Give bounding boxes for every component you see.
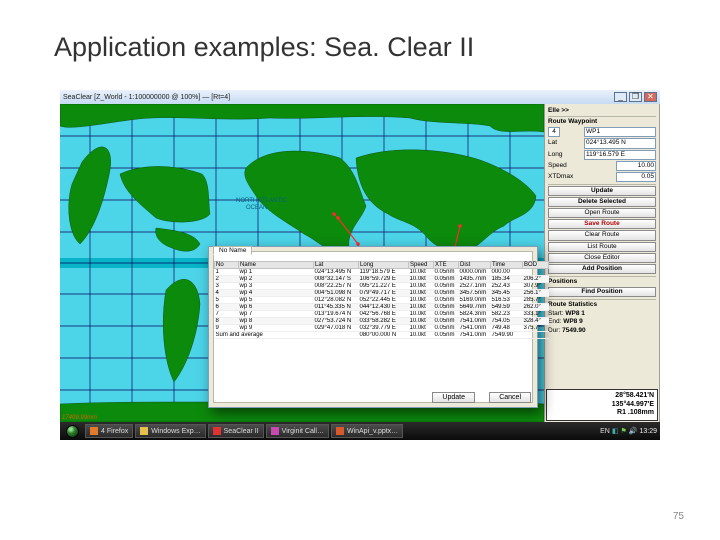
panel-button-0[interactable]: Update [548, 186, 656, 196]
lng-label: Long [548, 151, 578, 159]
taskbar-item-4[interactable]: WinApi_v.pptx… [331, 424, 403, 438]
side-panel: Elle >> Route Waypoint 4 WP1 Lat 024°13.… [544, 104, 660, 422]
table-col-no[interactable]: No [215, 262, 239, 269]
taskbar-item-0[interactable]: 4 Firefox [85, 424, 133, 438]
lat-field[interactable]: 024°13.495 N [584, 138, 656, 148]
taskbar-item-icon [336, 427, 344, 435]
dialog-cancel-button[interactable]: Cancel [489, 392, 531, 403]
panel-button-4[interactable]: Clear Route [548, 230, 656, 240]
tray-clock[interactable]: 13:29 [639, 428, 657, 435]
dur-val: 7549.90 [562, 327, 586, 334]
window-max-button[interactable]: ❐ [629, 92, 642, 102]
table-row[interactable]: 2wp 2008°32.147 S106°59.729 E10.0kt0.05n… [215, 276, 549, 283]
lng-field[interactable]: 119°16.579 E [584, 150, 656, 160]
panel-close-link[interactable]: Elle >> [548, 107, 569, 115]
panel-button-3[interactable]: Save Route [548, 219, 656, 229]
panel-section-title: Route Waypoint [548, 118, 656, 126]
table-col-speed[interactable]: Speed [409, 262, 434, 269]
positions-header: Positions [548, 278, 656, 286]
slide-title: Application examples: Sea. Clear II [54, 32, 474, 63]
route-stats-header: Route Statistics [548, 301, 656, 309]
speed-field[interactable]: 10.00 [616, 161, 656, 171]
table-row[interactable]: 6wp 6011°45.335 N044°12.430 E10.0kt0.05n… [215, 304, 549, 311]
end-val: WP8 9 [563, 318, 583, 325]
status-lat: 28°58.421'N [550, 392, 654, 401]
tray-lang[interactable]: EN [600, 428, 610, 435]
start-val: WP8 1 [565, 310, 585, 317]
slide-number: 75 [673, 511, 684, 522]
tray-icon[interactable]: ⚑ [620, 427, 626, 435]
window-titlebar[interactable]: SeaClear [Z_World - 1:100000000 @ 100%] … [60, 90, 660, 104]
taskbar-item-icon [271, 427, 279, 435]
table-row[interactable]: 3wp 3008°22.257 N095°21.227 E10.0kt0.05n… [215, 283, 549, 290]
table-col-name[interactable]: Name [239, 262, 314, 269]
find-position-button[interactable]: Find Position [548, 287, 656, 297]
panel-button-1[interactable]: Delete Selected [548, 197, 656, 207]
window-title: SeaClear [Z_World - 1:100000000 @ 100%] … [63, 94, 230, 101]
table-col-time[interactable]: Time [491, 262, 523, 269]
table-row[interactable]: 7wp 7013°19.674 N042°56.768 E10.0kt0.05n… [215, 311, 549, 318]
table-row[interactable]: 1wp 1024°13.495 N119°18.579 E10.0kt0.05n… [215, 269, 549, 276]
app-screenshot: SeaClear [Z_World - 1:100000000 @ 100%] … [60, 90, 660, 440]
taskbar[interactable]: 4 Firefox Windows Exp… SeaClear II Virginit… [60, 422, 660, 440]
taskbar-item-label: SeaClear II [224, 428, 259, 435]
end-label: End: [548, 318, 561, 325]
taskbar-item-1[interactable]: Windows Exp… [135, 424, 205, 438]
table-row[interactable]: 8wp 8027°53.724 N033°58.282 E10.0kt0.05n… [215, 318, 549, 325]
dur-label: Dur: [548, 327, 560, 334]
wp-index[interactable]: 4 [548, 127, 560, 137]
window-close-button[interactable]: ✕ [644, 92, 657, 102]
taskbar-item-2[interactable]: SeaClear II [208, 424, 264, 438]
window-min-button[interactable]: _ [614, 92, 627, 102]
taskbar-item-label: WinApi_v.pptx… [347, 428, 398, 435]
wp-name-field[interactable]: WP1 [584, 127, 656, 137]
table-col-lat[interactable]: Lat [314, 262, 359, 269]
table-sum-row: Sum and average080°00.000 N10.0kt0.05nm7… [215, 332, 549, 339]
panel-button-2[interactable]: Open Route [548, 208, 656, 218]
status-range: R1 .108mm [550, 409, 654, 418]
taskbar-item-icon [213, 427, 221, 435]
windows-orb-icon [66, 425, 79, 438]
panel-button-7[interactable]: Add Position [548, 264, 656, 274]
panel-button-5[interactable]: List Route [548, 242, 656, 252]
table-col-bod[interactable]: BOD [523, 262, 549, 269]
table-row[interactable]: 5wp 5012°28.082 N052°22.445 E10.0kt0.05n… [215, 297, 549, 304]
table-col-long[interactable]: Long [359, 262, 409, 269]
speed-label: Speed [548, 162, 578, 170]
taskbar-item-label: 4 Firefox [101, 428, 128, 435]
system-tray[interactable]: EN ◧ ⚑ 🔊 13:29 [597, 424, 660, 438]
tray-icon[interactable]: ◧ [612, 427, 619, 435]
map-corner-label: 17409.99mm [62, 415, 97, 421]
dialog-tab[interactable]: No Name [213, 246, 252, 255]
svg-text:NORTH ATLANTIC: NORTH ATLANTIC [236, 198, 288, 204]
waypoint-list-dialog[interactable]: No Name NoNameLatLongSpeedXTEDistTimeBOD… [208, 246, 538, 408]
table-row[interactable]: 9wp 9029°47.018 N032°39.779 E10.0kt0.05n… [215, 325, 549, 332]
taskbar-item-label: Windows Exp… [151, 428, 200, 435]
tray-icon[interactable]: 🔊 [629, 427, 638, 435]
taskbar-item-icon [90, 427, 98, 435]
xtd-label: XTDmax [548, 173, 578, 181]
svg-text:OCEAN: OCEAN [246, 205, 267, 211]
taskbar-item-label: Virginit Call… [282, 428, 324, 435]
start-button[interactable] [60, 422, 84, 440]
table-col-dist[interactable]: Dist [459, 262, 491, 269]
cursor-status-box: 28°58.421'N 135°44.997'E R1 .108mm [546, 389, 658, 421]
waypoint-table: NoNameLatLongSpeedXTEDistTimeBOD 1wp 102… [214, 261, 549, 339]
lat-label: Lat [548, 139, 578, 147]
table-row[interactable]: 4wp 4004°51.098 N079°49.717 E10.0kt0.05n… [215, 290, 549, 297]
start-label: Start: [548, 310, 564, 317]
dialog-update-button[interactable]: Update [432, 392, 475, 403]
taskbar-item-icon [140, 427, 148, 435]
table-col-xte[interactable]: XTE [434, 262, 459, 269]
panel-button-6[interactable]: Close Editor [548, 253, 656, 263]
taskbar-item-3[interactable]: Virginit Call… [266, 424, 329, 438]
xtd-field[interactable]: 0.05 [616, 172, 656, 182]
status-lng: 135°44.997'E [550, 401, 654, 410]
